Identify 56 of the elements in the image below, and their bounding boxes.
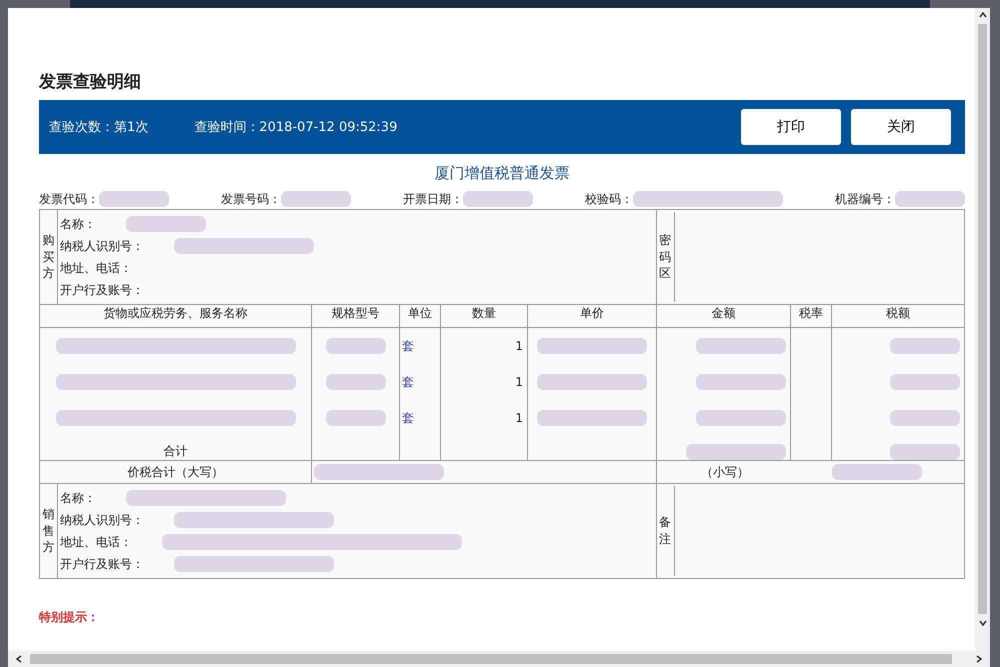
redacted-block [326, 410, 386, 426]
field-label: 开户行及账号： [60, 282, 144, 298]
scroll-thumb[interactable] [30, 654, 952, 664]
column-header: 规格型号 [332, 306, 380, 320]
unit-text: 套 [402, 338, 414, 352]
total-label: 合计 [164, 444, 188, 458]
quantity-text: 1 [515, 411, 523, 425]
scroll-thumb[interactable] [978, 24, 987, 614]
field-label: 机器编号： [835, 190, 895, 208]
redacted-block [326, 338, 386, 354]
grand-total-label: 价税合计（大写） [128, 464, 224, 478]
column-header: 单位 [408, 306, 432, 320]
vertical-scrollbar[interactable] [975, 8, 990, 651]
field-label: 开户行及账号： [60, 556, 144, 572]
remark-label: 备注 [657, 486, 676, 576]
print-button[interactable]: 打印 [741, 109, 841, 145]
quantity-text: 1 [515, 339, 523, 353]
close-button[interactable]: 关闭 [851, 109, 951, 145]
field-label: 纳税人识别号： [60, 512, 144, 528]
column-header: 货物或应税劳务、服务名称 [104, 306, 248, 320]
unit-text: 套 [402, 374, 414, 388]
column-header: 金额 [712, 306, 736, 320]
field-label: 纳税人识别号： [60, 238, 144, 254]
redacted-block [890, 444, 960, 460]
field-label: 地址、电话： [60, 260, 132, 276]
field-label: 名称： [60, 490, 96, 506]
redacted-block [895, 191, 965, 207]
column-header: 单价 [580, 306, 604, 320]
field-label: 地址、电话： [60, 534, 132, 550]
horizontal-scrollbar[interactable] [8, 651, 990, 667]
field-label: 开票日期： [403, 190, 463, 208]
dialog-title: 发票查验明细 [39, 71, 142, 94]
field-label: 校验码： [585, 190, 633, 208]
check-time: 查验时间：2018-07-12 09:52:39 [194, 119, 398, 136]
check-count: 查验次数：第1次 [49, 119, 148, 136]
redacted-block [463, 191, 533, 207]
redacted-block [890, 410, 960, 426]
quantity-text: 1 [515, 375, 523, 389]
code-area-label: 密码区 [657, 212, 676, 302]
side-label: 购买方 [42, 232, 54, 282]
side-label: 销售方 [42, 506, 54, 556]
field-label: 发票号码： [221, 190, 281, 208]
redacted-block [281, 191, 351, 207]
field-label: 发票代码： [39, 190, 99, 208]
redacted-block [890, 338, 960, 354]
invoice-title: 厦门增值税普通发票 [434, 164, 570, 183]
column-header: 税额 [886, 306, 910, 320]
field-label: 名称： [60, 216, 96, 232]
redacted-block [99, 191, 169, 207]
column-header: 税率 [799, 306, 824, 320]
redacted-block [890, 374, 960, 390]
lowercase-total-label: （小写） [700, 464, 749, 480]
redacted-block [326, 374, 386, 390]
notice-heading: 特别提示： [39, 609, 100, 626]
unit-text: 套 [402, 410, 414, 424]
column-header: 数量 [472, 306, 496, 320]
